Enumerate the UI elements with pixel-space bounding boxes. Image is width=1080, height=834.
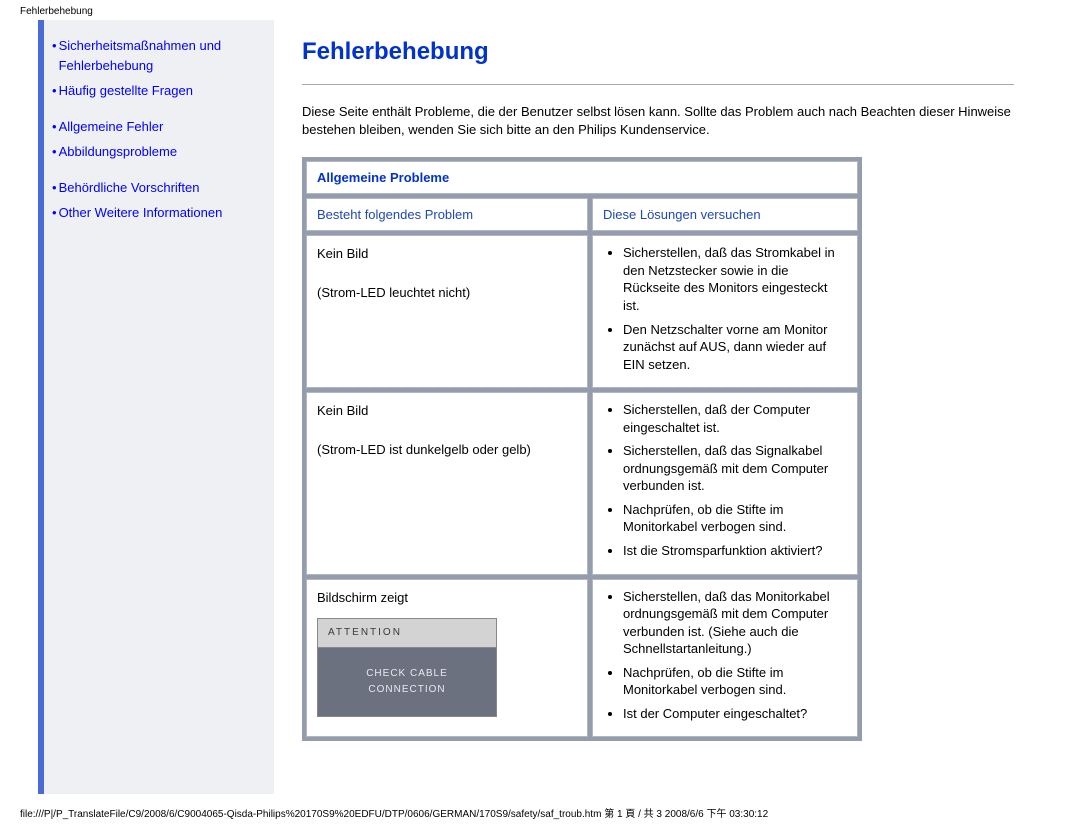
divider — [302, 84, 1014, 85]
window-path-title: Fehlerbehebung — [20, 6, 93, 17]
solution-cell: Sicherstellen, daß das Monitorkabel ordn… — [592, 579, 858, 738]
solution-cell: Sicherstellen, daß der Computer eingesch… — [592, 392, 858, 574]
problem-line: Kein Bild — [317, 244, 577, 265]
solution-item: Sicherstellen, daß das Monitorkabel ordn… — [623, 588, 847, 658]
sidebar-link[interactable]: Abbildungsprobleme — [59, 142, 178, 162]
section-title: Allgemeine Probleme — [306, 161, 858, 194]
footer-path: file:///P|/P_TranslateFile/C9/2008/6/C90… — [20, 805, 768, 820]
table-row: Kein Bild (Strom-LED leuchtet nicht) Sic… — [306, 235, 858, 388]
solution-item: Sicherstellen, daß das Signalkabel ordnu… — [623, 442, 847, 495]
solution-item: Sicherstellen, daß der Computer eingesch… — [623, 401, 847, 436]
bullet-icon: • — [52, 178, 57, 198]
bullet-icon: • — [52, 117, 57, 137]
sidebar-item-safety[interactable]: • Sicherheitsmaßnahmen und Fehlerbehebun… — [52, 36, 268, 75]
table-row: Bildschirm zeigt ATTENTION CHECK CABLE C… — [306, 579, 858, 738]
solution-item: Sicherstellen, daß das Stromkabel in den… — [623, 244, 847, 314]
solution-item: Nachprüfen, ob die Stifte im Monitorkabe… — [623, 664, 847, 699]
table-row: Kein Bild (Strom-LED ist dunkelgelb oder… — [306, 392, 858, 574]
bullet-icon: • — [52, 142, 57, 162]
attention-body: CHECK CABLE CONNECTION — [317, 648, 497, 717]
attention-box: ATTENTION CHECK CABLE CONNECTION — [317, 618, 497, 717]
sidebar-item-general-errors[interactable]: • Allgemeine Fehler — [52, 117, 268, 137]
sidebar-item-faq[interactable]: • Häufig gestellte Fragen — [52, 81, 268, 101]
table-row-section-head: Allgemeine Probleme — [306, 161, 858, 194]
problems-table: Allgemeine Probleme Besteht folgendes Pr… — [302, 157, 862, 741]
problem-cell: Kein Bild (Strom-LED leuchtet nicht) — [306, 235, 588, 388]
sidebar-link[interactable]: Other Weitere Informationen — [59, 203, 223, 223]
table-row-column-head: Besteht folgendes Problem Diese Lösungen… — [306, 198, 858, 231]
solution-item: Ist der Computer eingeschaltet? — [623, 705, 847, 723]
solution-item: Den Netzschalter vorne am Monitor zunäch… — [623, 321, 847, 374]
page-title: Fehlerbehebung — [302, 38, 1014, 66]
problem-line: (Strom-LED ist dunkelgelb oder gelb) — [317, 440, 577, 461]
attention-header: ATTENTION — [317, 618, 497, 648]
column-head-problem: Besteht folgendes Problem — [306, 198, 588, 231]
bullet-icon: • — [52, 81, 57, 101]
sidebar-item-other-info[interactable]: • Other Weitere Informationen — [52, 203, 268, 223]
problem-cell: Kein Bild (Strom-LED ist dunkelgelb oder… — [306, 392, 588, 574]
sidebar-item-regulatory[interactable]: • Behördliche Vorschriften — [52, 178, 268, 198]
problem-cell: Bildschirm zeigt ATTENTION CHECK CABLE C… — [306, 579, 588, 738]
sidebar-link[interactable]: Allgemeine Fehler — [59, 117, 164, 137]
problem-line: Bildschirm zeigt — [317, 588, 577, 609]
intro-text: Diese Seite enthält Probleme, die der Be… — [302, 103, 1014, 139]
problem-line: Kein Bild — [317, 401, 577, 422]
solution-item: Ist die Stromsparfunktion aktiviert? — [623, 542, 847, 560]
problem-line: (Strom-LED leuchtet nicht) — [317, 283, 577, 304]
main-content: Fehlerbehebung Diese Seite enthält Probl… — [274, 20, 1042, 794]
sidebar-link[interactable]: Sicherheitsmaßnahmen und Fehlerbehebung — [59, 36, 268, 75]
sidebar-link[interactable]: Häufig gestellte Fragen — [59, 81, 193, 101]
bullet-icon: • — [52, 203, 57, 223]
sidebar: • Sicherheitsmaßnahmen und Fehlerbehebun… — [44, 20, 274, 794]
solution-cell: Sicherstellen, daß das Stromkabel in den… — [592, 235, 858, 388]
body-wrap: • Sicherheitsmaßnahmen und Fehlerbehebun… — [38, 20, 1042, 794]
sidebar-link[interactable]: Behördliche Vorschriften — [59, 178, 200, 198]
column-head-solution: Diese Lösungen versuchen — [592, 198, 858, 231]
bullet-icon: • — [52, 36, 57, 56]
solution-item: Nachprüfen, ob die Stifte im Monitorkabe… — [623, 501, 847, 536]
sidebar-item-image-problems[interactable]: • Abbildungsprobleme — [52, 142, 268, 162]
